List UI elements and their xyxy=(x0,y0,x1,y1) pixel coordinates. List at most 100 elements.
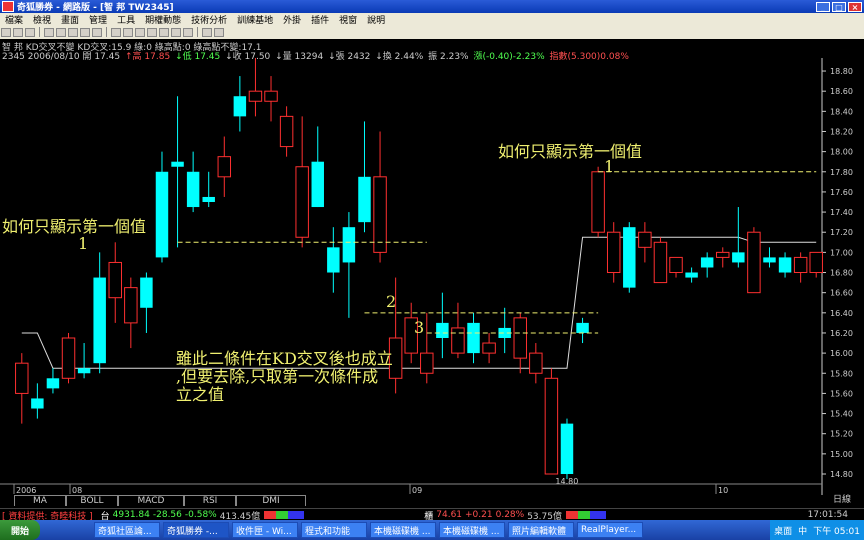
line-icon[interactable] xyxy=(123,27,133,37)
taskbar-item[interactable]: RealPlayer... xyxy=(577,522,643,538)
toolbar xyxy=(0,25,864,40)
taskbar-item[interactable]: 照片編輯軟體 xyxy=(508,522,574,538)
candle-body xyxy=(809,251,823,274)
index1-change: -28.56 xyxy=(152,510,182,520)
y-tick-label: 18.40 xyxy=(830,107,853,116)
zoom-in-icon[interactable] xyxy=(80,27,90,37)
index2-percent: 0.28% xyxy=(495,510,525,520)
index2-change: +0.21 xyxy=(465,510,493,520)
candle-body xyxy=(560,423,574,474)
chart-icon[interactable] xyxy=(56,27,66,37)
candle-body xyxy=(638,231,652,248)
channel-icon[interactable] xyxy=(147,27,157,37)
taskbar-item[interactable]: 收件匣 - Wi... xyxy=(232,522,298,538)
tab-dmi[interactable]: DMI xyxy=(236,495,306,506)
candle-body xyxy=(93,277,106,364)
zoom-out-icon[interactable] xyxy=(92,27,102,37)
toolbar-divider xyxy=(106,27,107,37)
low-label: 14.80 xyxy=(555,477,578,486)
arrow-icon[interactable] xyxy=(111,27,121,37)
taskbar-item[interactable]: 本機磁碟機 ... xyxy=(370,522,436,538)
y-tick-label: 14.80 xyxy=(830,470,853,479)
candle-body xyxy=(529,352,543,374)
candle-body xyxy=(606,231,621,274)
high-label: 18.95 xyxy=(257,58,280,60)
menu-screen[interactable]: 畫面 xyxy=(56,13,84,26)
list-icon[interactable] xyxy=(68,27,78,37)
y-tick-label: 17.00 xyxy=(830,248,853,257)
candle-body xyxy=(653,241,668,284)
y-tick-label: 16.40 xyxy=(830,309,853,318)
hline-icon[interactable] xyxy=(135,27,145,37)
system-tray: 桌面 中 下午 05:01 xyxy=(770,520,864,540)
candle-body xyxy=(669,256,683,274)
text-icon[interactable] xyxy=(171,27,181,37)
candle-body xyxy=(436,322,449,338)
tab-boll[interactable]: BOLL xyxy=(66,495,118,506)
candle-body xyxy=(778,257,792,273)
save-icon[interactable] xyxy=(13,27,23,37)
menu-tech-analysis[interactable]: 技術分析 xyxy=(186,13,232,26)
candle-body xyxy=(279,115,294,148)
x-tick-label: 2006 xyxy=(16,486,36,495)
fib-icon[interactable] xyxy=(183,27,193,37)
period-label[interactable]: 日線 xyxy=(822,495,862,506)
candle-body xyxy=(233,96,247,117)
x-tick-label: 10 xyxy=(718,486,728,495)
index1-value: 4931.84 xyxy=(112,510,150,520)
menu-training[interactable]: 訓練基地 xyxy=(232,13,278,26)
rect-icon[interactable] xyxy=(159,27,169,37)
annotation-number-1-right: 1 xyxy=(604,157,615,176)
taskbar-item[interactable]: 程式和功能 xyxy=(301,522,367,538)
close-button[interactable]: × xyxy=(848,1,862,12)
y-tick-label: 18.00 xyxy=(830,148,853,157)
candle-body xyxy=(295,166,309,238)
print-icon[interactable] xyxy=(25,27,35,37)
candle-body xyxy=(451,327,465,354)
menu-options[interactable]: 期權動態 xyxy=(140,13,186,26)
menu-plugins[interactable]: 外掛 xyxy=(278,13,306,26)
candle-body xyxy=(186,171,200,208)
ime-indicator[interactable]: 中 xyxy=(798,524,807,537)
quote-icon[interactable] xyxy=(44,27,54,37)
export-icon[interactable] xyxy=(214,27,224,37)
candle-body xyxy=(700,257,714,268)
settings-icon[interactable] xyxy=(202,27,212,37)
menu-manage[interactable]: 管理 xyxy=(84,13,112,26)
tab-rsi[interactable]: RSI xyxy=(184,495,236,506)
menu-tools[interactable]: 工具 xyxy=(112,13,140,26)
tray-desktop-label[interactable]: 桌面 xyxy=(774,524,792,537)
candle-body xyxy=(217,156,232,178)
y-tick-label: 15.40 xyxy=(830,410,853,419)
annotation-number-3: 3 xyxy=(414,318,425,337)
candle-body xyxy=(342,227,356,263)
candle-body xyxy=(46,378,60,389)
open-icon[interactable] xyxy=(1,27,11,37)
candle-body xyxy=(747,231,761,294)
taskbar-item[interactable]: 奇狐勝券 -... xyxy=(163,522,229,538)
y-tick-label: 18.20 xyxy=(830,127,853,136)
y-tick-label: 16.60 xyxy=(830,289,853,298)
minimize-button[interactable]: _ xyxy=(816,1,830,12)
candle-body xyxy=(732,252,745,263)
start-button[interactable]: 開始 xyxy=(0,520,40,540)
menu-file[interactable]: 檔案 xyxy=(0,13,28,26)
menu-help[interactable]: 說明 xyxy=(362,13,390,26)
tab-macd[interactable]: MACD xyxy=(118,495,184,506)
y-tick-label: 16.80 xyxy=(830,269,853,278)
window-title: 奇狐勝券 - 網路版 - [智 邦 TW2345] xyxy=(17,3,174,13)
maximize-button[interactable]: □ xyxy=(832,1,846,12)
menu-addons[interactable]: 插件 xyxy=(306,13,334,26)
tab-ma[interactable]: MA xyxy=(14,495,66,506)
taskbar-item[interactable]: 奇狐社區論... xyxy=(94,522,160,538)
candle-body xyxy=(716,251,730,258)
menu-view[interactable]: 檢視 xyxy=(28,13,56,26)
annotation-number-2: 2 xyxy=(386,292,397,311)
candle-body xyxy=(264,90,278,102)
toolbar-divider xyxy=(197,27,198,37)
candlestick-chart[interactable]: 18.80 18.60 18.40 18.20 18.00 17.80 17.60 17.40… xyxy=(0,58,864,495)
candle-body xyxy=(685,272,698,278)
taskbar-item[interactable]: 本機磁碟機 ... xyxy=(439,522,505,538)
candle-body xyxy=(77,368,91,374)
menu-window[interactable]: 視窗 xyxy=(334,13,362,26)
